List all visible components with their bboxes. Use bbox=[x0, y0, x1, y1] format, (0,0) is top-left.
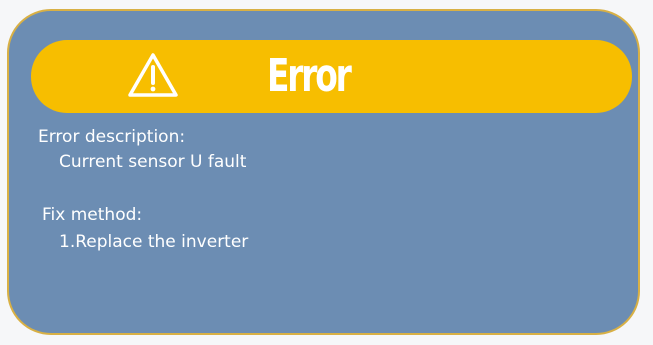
fix-method-label: Fix method: bbox=[42, 205, 143, 225]
error-description-text: Current sensor U fault bbox=[59, 152, 247, 172]
dialog-title: Error bbox=[267, 49, 352, 102]
error-description-label: Error description: bbox=[38, 127, 186, 147]
warning-icon bbox=[128, 53, 178, 97]
fix-method-text: 1.Replace the inverter bbox=[59, 232, 249, 252]
error-dialog: Error Error description: Current sensor … bbox=[7, 9, 640, 335]
error-header: Error bbox=[31, 40, 632, 113]
